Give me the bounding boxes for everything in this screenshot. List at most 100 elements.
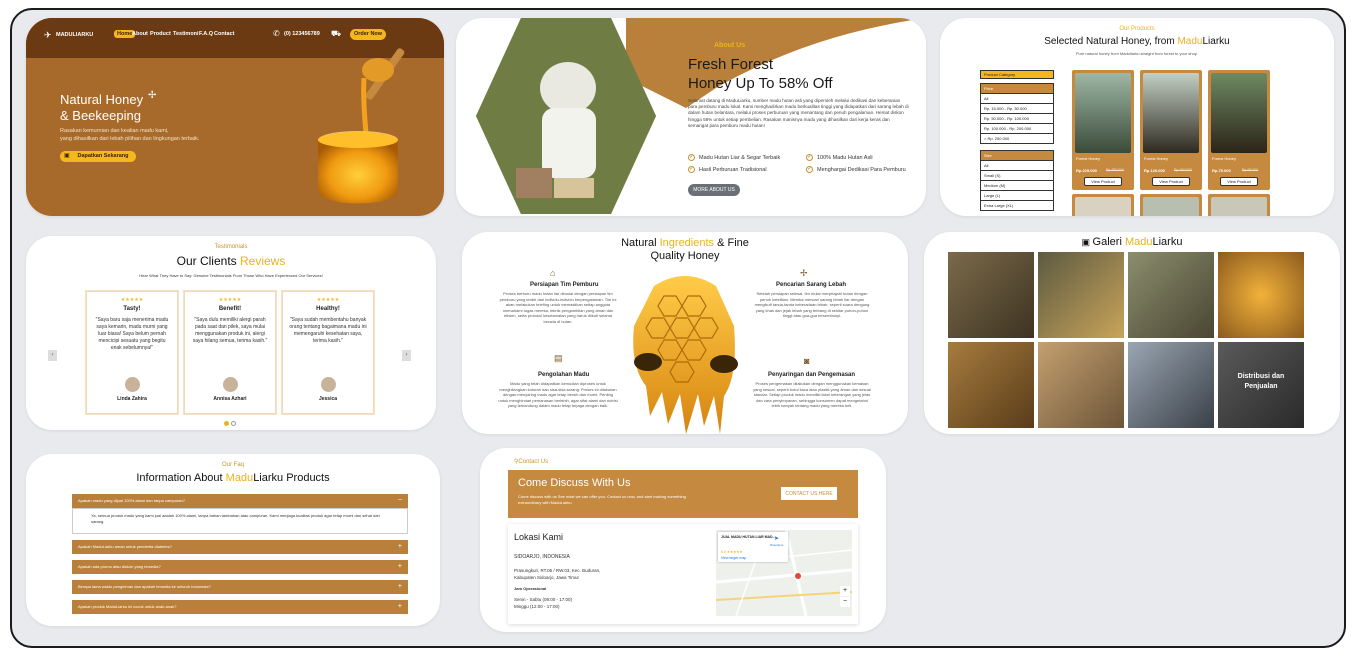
plus-icon: +: [397, 543, 402, 550]
check-label: 100% Madu Hutan Asli: [817, 154, 873, 161]
step-heading: Penyaringan dan Pengemasan: [768, 372, 856, 378]
faq-question[interactable]: Berapa lama waktu pengiriman dan apakah …: [72, 580, 408, 594]
gallery-photo[interactable]: [1038, 252, 1124, 338]
faq-question[interactable]: Apakah produk MaduLiarku ini cocok untuk…: [72, 600, 408, 614]
gallery-photo[interactable]: [1218, 252, 1304, 338]
testimonials-subtitle: Hear What They Have to Say: Genuine Test…: [139, 273, 323, 278]
faq-section: Our Faq Information About MaduLiarku Pro…: [26, 454, 440, 626]
zoom-out-icon[interactable]: −: [840, 597, 850, 607]
hero-desc-1: Rasakan kemurnian dan kealian madu kami,: [60, 128, 169, 134]
view-product-button[interactable]: View Product: [1084, 177, 1122, 186]
more-about-button[interactable]: MORE ABOUT US: [688, 184, 740, 196]
map-rating: 5.0 ★★★★★: [721, 550, 743, 554]
check-item-2: ✓ 100% Madu Hutan Asli: [806, 154, 873, 161]
testimonial-quote: "Saya baru saja menerima madu saya kemar…: [95, 317, 169, 351]
cart-icon[interactable]: ⛟: [331, 29, 341, 39]
check-icon: ✓: [806, 154, 813, 161]
gallery-photo[interactable]: [948, 252, 1034, 338]
avatar: [223, 377, 238, 392]
nav-faq[interactable]: F.A.Q: [199, 31, 213, 37]
map-larger-link[interactable]: View larger map: [721, 556, 746, 560]
star-rating: ★★★★★: [120, 297, 144, 303]
zoom-in-icon[interactable]: +: [840, 586, 850, 596]
location-address-1: Prasungkuri, RT.06 / RW.03, Kec. Buduran…: [514, 568, 601, 573]
hours-weekdays: Senin - Sabtu (09:00 - 17:00): [514, 597, 573, 602]
avatar: [125, 377, 140, 392]
map-embed[interactable]: JUAL MADU HUTAN LIAR MAD... 5.0 ★★★★★ Vi…: [716, 530, 852, 616]
gallery-photo[interactable]: [1128, 342, 1214, 428]
get-now-button[interactable]: Dapatkan Sekarang: [60, 151, 136, 162]
testimonial-heading: Tasty!: [123, 306, 141, 312]
directions-icon[interactable]: ➤: [774, 535, 779, 542]
carousel-prev-icon[interactable]: ‹: [48, 350, 57, 361]
check-item-1: ✓ Madu Hutan Liar & Segar Terbaik: [688, 154, 780, 161]
faq-question[interactable]: Apakah MaduLiarku aman untuk penderita d…: [72, 540, 408, 554]
product-card: [1208, 194, 1270, 216]
gallery-photo[interactable]: [1128, 252, 1214, 338]
products-subtitle: Pure natural honey from Maduliarku strai…: [1075, 51, 1199, 56]
title-part: Madu: [1124, 236, 1153, 248]
size-option[interactable]: Extra Large (XL): [980, 200, 1054, 211]
contact-title: Come Discuss With Us: [518, 477, 631, 489]
product-price: Rp.75.000: [1212, 168, 1231, 173]
gallery-photo[interactable]: [1038, 342, 1124, 428]
contact-kicker-text: Contact Us: [518, 459, 549, 465]
contact-us-button[interactable]: CONTACT US HERE: [780, 486, 838, 501]
gallery-section: ▣ Galeri MaduLiarku Distribusi dan Penju…: [924, 232, 1340, 434]
faq-question[interactable]: Apakah ada promo atau diskon yang tersed…: [72, 560, 408, 574]
title-part: Reviews: [240, 254, 286, 268]
testimonials-section: Testimonials Our Clients Reviews Hear Wh…: [26, 236, 436, 430]
honeycomb-image: [633, 276, 738, 434]
product-price: Rp.120.000: [1144, 168, 1165, 173]
carousel-next-icon[interactable]: ›: [402, 350, 411, 361]
step-text: Madu yang telah didapatkan kemudian dipr…: [498, 381, 618, 408]
nav-contact[interactable]: Contact: [214, 31, 234, 37]
image-icon: ▣: [1081, 237, 1093, 247]
step-text: Proses berburu madu hutan liar dimulai d…: [499, 291, 617, 324]
title-part: Selected Natural Honey, from: [1044, 36, 1178, 47]
faq-kicker: Our Faq: [221, 462, 244, 468]
view-product-button[interactable]: View Product: [1220, 177, 1258, 186]
title-part: Madu: [1177, 36, 1203, 47]
about-title-2: Honey Up To 58% Off: [688, 75, 833, 92]
jar-icon: ◙: [804, 356, 810, 366]
map-place-name: JUAL MADU HUTAN LIAR MAD...: [721, 535, 776, 539]
about-section: About Us Fresh Forest Honey Up To 58% Of…: [456, 18, 926, 216]
product-category-button[interactable]: Product Category: [980, 70, 1054, 79]
price-option[interactable]: > Rp. 200.000: [980, 133, 1054, 144]
testimonial-author: Jessica: [318, 396, 338, 402]
location-address-2: Kabupaten Sidoarjo, Jawa Timur: [514, 575, 580, 580]
nav-product[interactable]: Product: [150, 31, 171, 37]
product-image: [1143, 197, 1199, 216]
product-old-price: Rp.95.000: [1242, 168, 1259, 172]
carousel-dot[interactable]: [231, 421, 236, 426]
location-city: SIDOARJO, INDONESIA: [514, 554, 570, 560]
phone-number[interactable]: (0) 123456789: [284, 31, 320, 37]
faq-question-open[interactable]: Apakah madu yang dijual 100% alami dan t…: [72, 494, 408, 508]
product-card: [1140, 194, 1202, 216]
brand-name: MADULIARKU: [56, 32, 94, 38]
order-now-button[interactable]: Order Now: [350, 29, 386, 40]
hero-section: ✈ MADULIARKU Home About Product Testimon…: [26, 18, 444, 216]
products-title: Selected Natural Honey, from MaduLiarku: [940, 36, 1334, 47]
nav-about[interactable]: About: [132, 31, 148, 37]
title-part: Liarku: [1152, 236, 1183, 248]
view-product-button[interactable]: View Product: [1152, 177, 1190, 186]
step-text: Proses pengemasan dilakukan dengan mengg…: [753, 381, 871, 408]
contact-kicker: ⚲Contact Us: [514, 458, 548, 465]
testimonial-author: Annisa Azhari: [213, 396, 247, 402]
star-rating: ★★★★★: [218, 297, 242, 303]
hero-desc-2: yang dihasilkan dari lebah pilihan dan l…: [60, 136, 200, 142]
nav-testimoni[interactable]: Testimoni: [173, 31, 199, 37]
about-title-1: Fresh Forest: [688, 56, 774, 73]
gallery-overlay-text: Distribusi dan Penjualan: [1237, 373, 1285, 390]
gallery-photo[interactable]: [948, 342, 1034, 428]
check-label: Madu Hutan Liar & Segar Terbaik: [699, 154, 781, 161]
ingredients-title: Natural Ingredients & Fine: [462, 237, 908, 249]
star-rating: ★★★★★: [316, 297, 340, 303]
gallery-title: ▣ Galeri MaduLiarku: [924, 236, 1340, 248]
testimonials-kicker: Testimonials: [214, 244, 248, 250]
carousel-dot-active[interactable]: [224, 421, 229, 426]
product-card: [1072, 194, 1134, 216]
product-image: [1211, 73, 1267, 153]
